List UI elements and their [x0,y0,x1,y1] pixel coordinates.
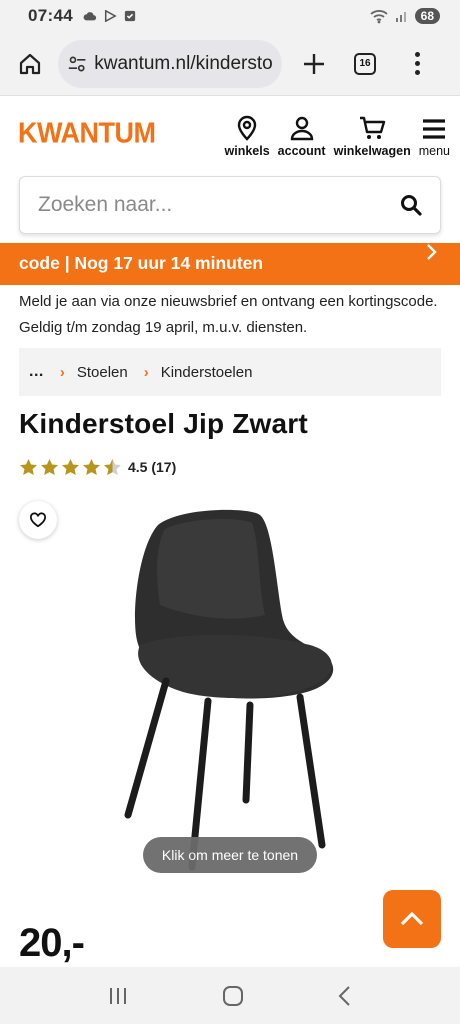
status-time: 07:44 [28,6,73,25]
plus-icon [304,53,324,74]
back-to-top-button[interactable] [383,890,441,948]
battery-icon: 68 [414,8,440,24]
search-input[interactable]: Zoeken naar... [19,176,441,234]
nav-label: menu [418,144,450,158]
site-header: KWANTUM winkels account winkelwagen menu [0,96,460,170]
header-nav: winkels account winkelwagen menu [225,108,460,158]
tabs-icon[interactable]: 16 [354,52,376,75]
nav-label: winkelwagen [333,144,411,158]
half-star-icon [103,458,122,476]
chevron-up-icon [400,911,424,926]
new-tab-button[interactable] [300,50,328,78]
heart-icon [30,512,46,528]
kwantum-logo[interactable]: KWANTUM [18,117,156,150]
wifi-icon [370,10,388,24]
search-icon[interactable] [400,194,422,216]
status-left-icons [83,10,137,22]
star-icon [61,458,80,476]
app-root: 07:44 68 kwantum.nl/kinderstoelen 16 KWA… [0,0,460,1024]
system-nav-bar [0,967,460,1024]
address-bar[interactable]: kwantum.nl/kinderstoelen [58,39,282,88]
nav-label: account [277,144,326,158]
rating-stars [19,458,122,476]
chair-illustration [124,509,334,871]
home-nav-icon[interactable] [222,985,244,1007]
nav-winkelwagen[interactable]: winkelwagen [334,115,411,158]
nav-winkels[interactable]: winkels [225,115,270,158]
breadcrumb-stoelen[interactable]: Stoelen [77,364,128,381]
promo-text: code | Nog 17 uur 14 minuten [19,253,264,273]
status-right-icons: 68 [369,8,440,24]
favorite-button[interactable] [19,501,57,539]
search-placeholder: Zoeken naar... [38,193,173,216]
signal-icon [395,12,406,22]
hamburger-icon [423,119,446,139]
show-more-tooltip[interactable]: Klik om meer te tonen [143,837,317,873]
more-vertical-icon[interactable] [412,52,422,75]
nav-menu[interactable]: menu [419,117,450,158]
product-price: 20,- [19,921,85,965]
star-icon [19,458,38,476]
back-icon[interactable] [337,985,353,1007]
location-pin-icon [237,115,257,141]
product-image[interactable] [110,505,350,875]
promo-banner[interactable]: code | Nog 17 uur 14 minuten [0,243,460,285]
status-bar: 07:44 68 [0,0,460,32]
checkbox-icon [124,10,136,22]
breadcrumb: ... › Stoelen › Kinderstoelen [19,348,441,396]
play-store-icon [104,10,117,22]
home-icon [19,53,41,74]
chevron-right-icon [427,244,437,260]
home-button[interactable] [12,46,48,82]
url-text: kwantum.nl/kinderstoelen [94,52,272,74]
star-icon [82,458,101,476]
breadcrumb-kinderstoelen[interactable]: Kinderstoelen [161,364,253,381]
cloud-icon [83,12,97,21]
site-settings-icon[interactable] [68,54,86,74]
breadcrumb-ellipsis[interactable]: ... [29,363,44,381]
chevron-right-icon: › [59,363,65,381]
chevron-right-icon: › [143,363,149,381]
browser-toolbar: kwantum.nl/kinderstoelen 16 [0,32,460,96]
nav-label: winkels [224,144,270,158]
product-rating[interactable]: 4.5 (17) [19,458,176,476]
star-icon [40,458,59,476]
rating-text: 4.5 (17) [128,459,177,475]
recent-apps-icon[interactable] [107,986,129,1006]
user-icon [290,116,313,141]
product-title: Kinderstoel Jip Zwart [19,408,308,439]
newsletter-text: Meld je aan via onze nieuwsbrief en ontv… [19,293,438,336]
cart-icon [360,116,386,139]
nav-account[interactable]: account [278,115,326,158]
